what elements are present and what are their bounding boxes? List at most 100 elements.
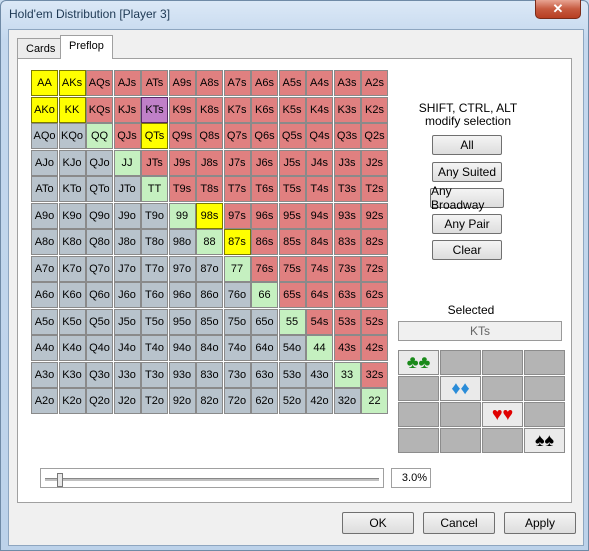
hand-cell-qts[interactable]: QTs xyxy=(141,123,168,149)
hand-cell-52o[interactable]: 52o xyxy=(278,388,306,414)
hand-cell-64s[interactable]: 64s xyxy=(306,282,333,308)
hand-cell-87o[interactable]: 87o xyxy=(196,255,223,282)
hand-cell-t5o[interactable]: T5o xyxy=(141,308,168,335)
hand-cell-92o[interactable]: 92o xyxy=(168,388,196,414)
slider-thumb[interactable] xyxy=(56,473,63,487)
hand-cell-kqo[interactable]: KQo xyxy=(58,123,86,149)
hand-cell-54o[interactable]: 54o xyxy=(278,335,306,361)
hand-cell-j6s[interactable]: J6s xyxy=(251,149,278,176)
hand-cell-q7o[interactable]: Q7o xyxy=(86,255,113,282)
hand-cell-k8s[interactable]: K8s xyxy=(196,96,223,123)
hand-cell-ajs[interactable]: AJs xyxy=(113,70,141,96)
suit-hearts-hearts[interactable]: ♥♥ xyxy=(482,402,523,427)
hand-cell-kk[interactable]: KK xyxy=(58,96,86,123)
hand-cell-aa[interactable]: AA xyxy=(31,70,58,96)
hand-cell-a5o[interactable]: A5o xyxy=(31,308,58,335)
hand-cell-k6o[interactable]: K6o xyxy=(58,282,86,308)
hand-cell-t7s[interactable]: T7s xyxy=(223,176,251,202)
hand-cell-j4o[interactable]: J4o xyxy=(113,335,141,361)
hand-cell-a8s[interactable]: A8s xyxy=(196,70,223,96)
hand-cell-q2o[interactable]: Q2o xyxy=(86,388,113,414)
hand-cell-kqs[interactable]: KQs xyxy=(86,96,113,123)
hand-cell-82s[interactable]: 82s xyxy=(361,229,388,255)
ok-button[interactable]: OK xyxy=(342,512,414,534)
hand-cell-t4o[interactable]: T4o xyxy=(141,335,168,361)
hand-cell-j8o[interactable]: J8o xyxy=(113,229,141,255)
hand-cell-k3o[interactable]: K3o xyxy=(58,361,86,388)
hand-cell-q4o[interactable]: Q4o xyxy=(86,335,113,361)
hand-cell-74s[interactable]: 74s xyxy=(306,255,333,282)
hand-cell-32s[interactable]: 32s xyxy=(361,361,388,388)
hand-cell-t7o[interactable]: T7o xyxy=(141,255,168,282)
suit-clubs-clubs[interactable]: ♣♣ xyxy=(398,350,439,375)
suit-diamonds-diamonds[interactable]: ♦♦ xyxy=(440,376,481,401)
hand-cell-88[interactable]: 88 xyxy=(196,229,223,255)
hand-cell-t2o[interactable]: T2o xyxy=(141,388,168,414)
hand-cell-jj[interactable]: JJ xyxy=(113,149,141,176)
suit-spades-clubs[interactable] xyxy=(398,428,439,453)
hand-cell-j4s[interactable]: J4s xyxy=(306,149,333,176)
hand-cell-97o[interactable]: 97o xyxy=(168,255,196,282)
hand-cell-q9s[interactable]: Q9s xyxy=(168,123,196,149)
hand-cell-j2s[interactable]: J2s xyxy=(361,149,388,176)
hand-cell-a4s[interactable]: A4s xyxy=(306,70,333,96)
hand-cell-42s[interactable]: 42s xyxy=(361,335,388,361)
hand-cell-87s[interactable]: 87s xyxy=(223,229,251,255)
hand-cell-a2o[interactable]: A2o xyxy=(31,388,58,414)
hand-cell-q5s[interactable]: Q5s xyxy=(278,123,306,149)
hand-cell-tt[interactable]: TT xyxy=(141,176,168,202)
hand-cell-aks[interactable]: AKs xyxy=(58,70,86,96)
suit-diamonds-clubs[interactable] xyxy=(398,376,439,401)
suit-clubs-spades[interactable] xyxy=(524,350,565,375)
hand-cell-j7o[interactable]: J7o xyxy=(113,255,141,282)
hand-cell-76o[interactable]: 76o xyxy=(223,282,251,308)
hand-cell-44[interactable]: 44 xyxy=(306,335,333,361)
hand-cell-96o[interactable]: 96o xyxy=(168,282,196,308)
hand-cell-j9s[interactable]: J9s xyxy=(168,149,196,176)
hand-cell-a3o[interactable]: A3o xyxy=(31,361,58,388)
hand-cell-99[interactable]: 99 xyxy=(168,202,196,229)
hand-cell-94s[interactable]: 94s xyxy=(306,202,333,229)
clear-button[interactable]: Clear xyxy=(432,240,502,260)
hand-cell-72o[interactable]: 72o xyxy=(223,388,251,414)
hand-cell-t8s[interactable]: T8s xyxy=(196,176,223,202)
hand-cell-62o[interactable]: 62o xyxy=(251,388,278,414)
hand-cell-k9s[interactable]: K9s xyxy=(168,96,196,123)
hand-cell-65s[interactable]: 65s xyxy=(278,282,306,308)
hand-cell-63o[interactable]: 63o xyxy=(251,361,278,388)
hand-cell-a7s[interactable]: A7s xyxy=(223,70,251,96)
hand-cell-q7s[interactable]: Q7s xyxy=(223,123,251,149)
suit-clubs-diamonds[interactable] xyxy=(440,350,481,375)
hand-cell-t4s[interactable]: T4s xyxy=(306,176,333,202)
hand-cell-82o[interactable]: 82o xyxy=(196,388,223,414)
hand-cell-76s[interactable]: 76s xyxy=(251,255,278,282)
hand-cell-t9s[interactable]: T9s xyxy=(168,176,196,202)
hand-cell-85o[interactable]: 85o xyxy=(196,308,223,335)
suit-clubs-hearts[interactable] xyxy=(482,350,523,375)
hand-cell-k4o[interactable]: K4o xyxy=(58,335,86,361)
hand-cell-54s[interactable]: 54s xyxy=(306,308,333,335)
hand-cell-t3s[interactable]: T3s xyxy=(333,176,361,202)
hand-cell-j5o[interactable]: J5o xyxy=(113,308,141,335)
hand-cell-83s[interactable]: 83s xyxy=(333,229,361,255)
hand-cell-52s[interactable]: 52s xyxy=(361,308,388,335)
hand-cell-k7s[interactable]: K7s xyxy=(223,96,251,123)
hand-cell-k8o[interactable]: K8o xyxy=(58,229,86,255)
hand-cell-t3o[interactable]: T3o xyxy=(141,361,168,388)
hand-cell-55[interactable]: 55 xyxy=(278,308,306,335)
hand-cell-73o[interactable]: 73o xyxy=(223,361,251,388)
hand-cell-a5s[interactable]: A5s xyxy=(278,70,306,96)
hand-cell-q5o[interactable]: Q5o xyxy=(86,308,113,335)
close-button[interactable]: ✕ xyxy=(535,0,581,19)
hand-cell-a9s[interactable]: A9s xyxy=(168,70,196,96)
hand-cell-72s[interactable]: 72s xyxy=(361,255,388,282)
hand-cell-kjo[interactable]: KJo xyxy=(58,149,86,176)
hand-cell-qjs[interactable]: QJs xyxy=(113,123,141,149)
hand-cell-kts[interactable]: KTs xyxy=(141,96,168,123)
hand-cell-j8s[interactable]: J8s xyxy=(196,149,223,176)
hand-cell-93o[interactable]: 93o xyxy=(168,361,196,388)
hand-cell-74o[interactable]: 74o xyxy=(223,335,251,361)
hand-cell-k2s[interactable]: K2s xyxy=(361,96,388,123)
hand-cell-kto[interactable]: KTo xyxy=(58,176,86,202)
suit-spades-diamonds[interactable] xyxy=(440,428,481,453)
